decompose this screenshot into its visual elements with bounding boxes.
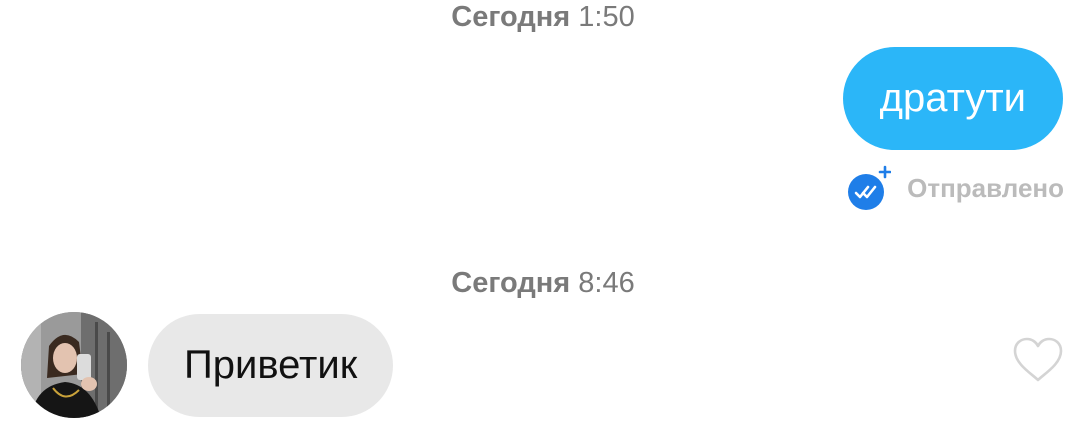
heart-outline-icon[interactable] — [1012, 336, 1064, 384]
timestamp-day: Сегодня — [451, 1, 571, 33]
message-timestamp: Сегодня 8:46 — [0, 266, 1080, 300]
message-timestamp: Сегодня 1:50 — [0, 0, 1080, 34]
double-check-icon — [845, 165, 892, 211]
message-status-label: Отправлено — [907, 172, 1064, 203]
timestamp-time: 1:50 — [578, 1, 635, 33]
message-status: Отправлено — [845, 163, 1064, 213]
incoming-message-bubble[interactable]: Приветик — [148, 314, 394, 417]
avatar[interactable] — [21, 312, 127, 418]
timestamp-time: 8:46 — [578, 267, 635, 299]
timestamp-day: Сегодня — [451, 267, 571, 299]
outgoing-message-bubble[interactable]: дратути — [842, 47, 1063, 150]
